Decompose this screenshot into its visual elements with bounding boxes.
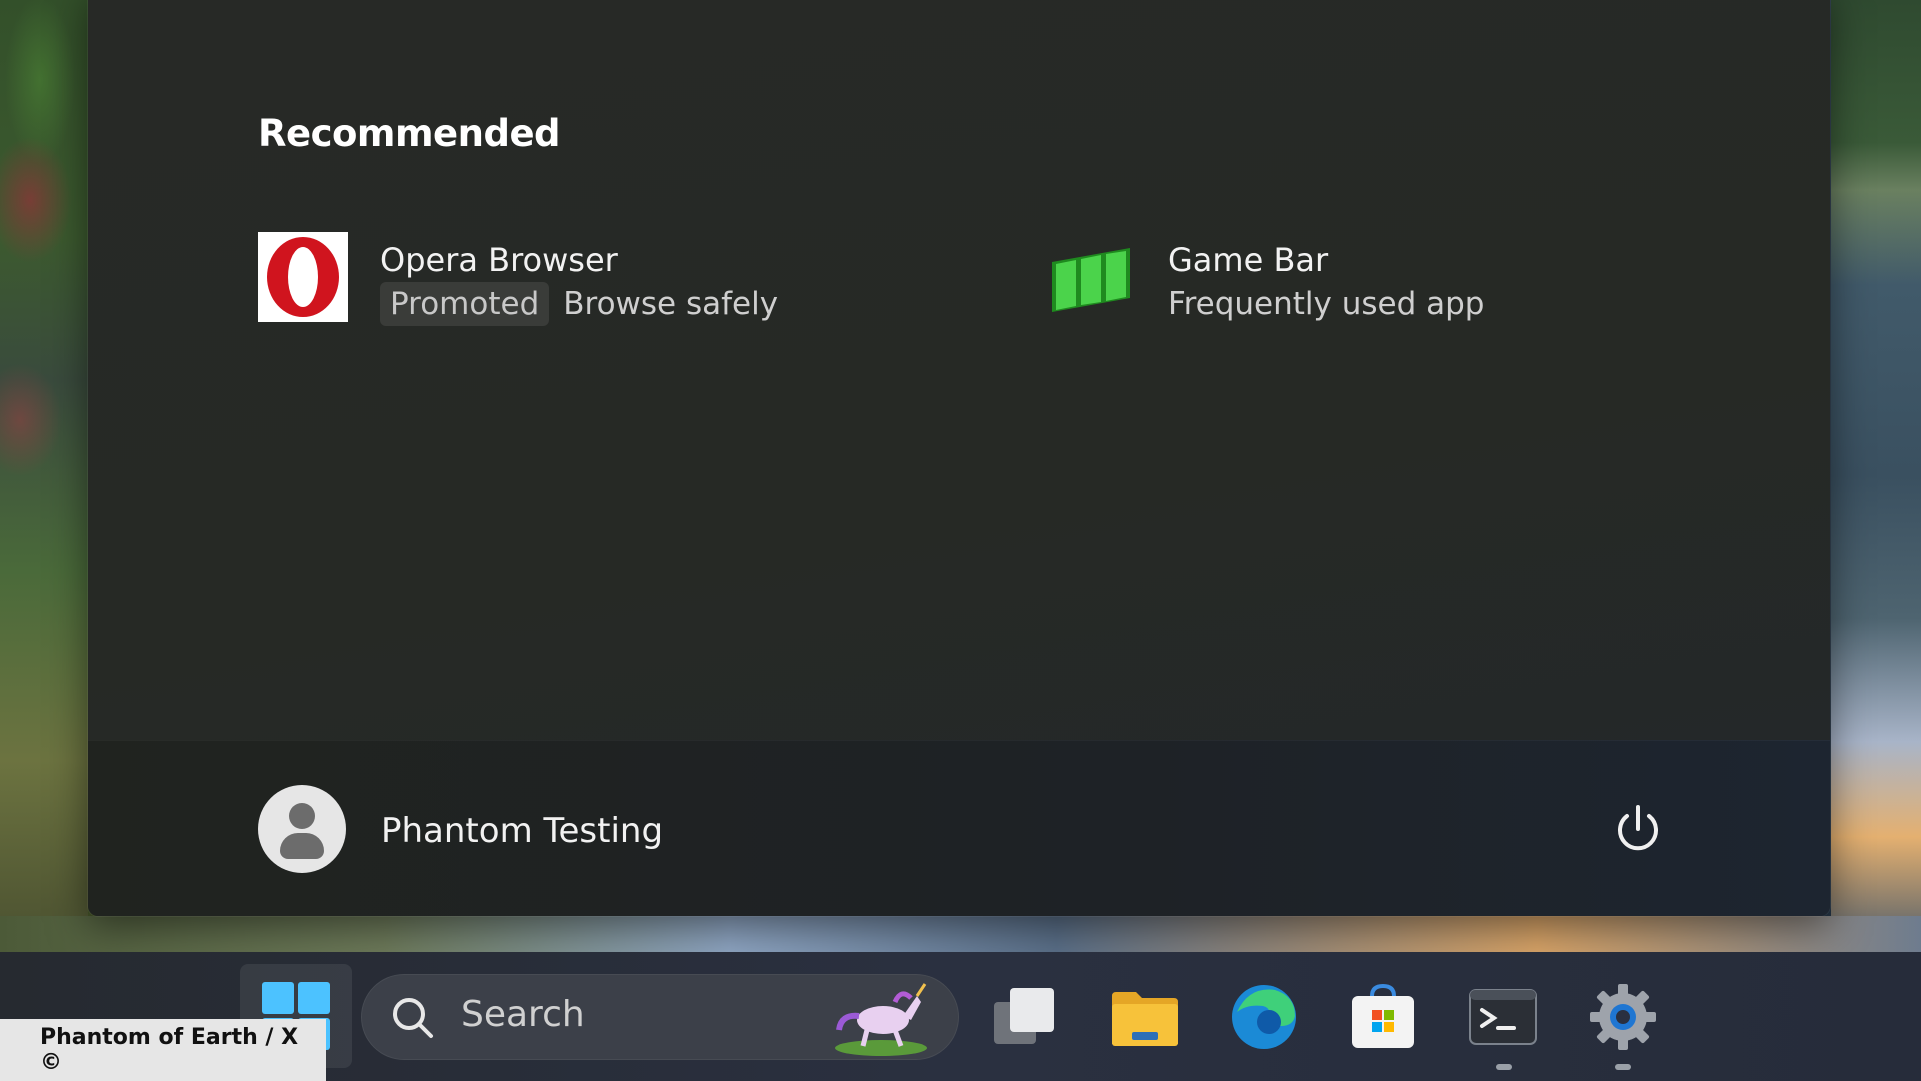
recommended-item-subtitle: Browse safely <box>563 286 779 322</box>
recommended-item-opera[interactable]: Opera Browser Promoted Browse safely <box>258 232 1018 326</box>
search-box[interactable]: Search <box>361 974 959 1060</box>
settings-running-indicator <box>1615 1064 1631 1070</box>
wallpaper-right <box>1831 0 1921 951</box>
user-name[interactable]: Phantom Testing <box>381 811 663 851</box>
unicorn-highlight-icon <box>835 983 927 1056</box>
watermark: Phantom of Earth / X © <box>0 1019 326 1081</box>
promoted-badge: Promoted <box>380 282 550 326</box>
avatar-icon[interactable] <box>258 785 346 873</box>
recommended-heading: Recommended <box>258 112 561 155</box>
file-explorer-icon[interactable] <box>1110 982 1180 1052</box>
microsoft-store-icon[interactable] <box>1348 982 1418 1052</box>
recommended-item-name: Game Bar <box>1168 241 1329 279</box>
terminal-running-indicator <box>1496 1064 1512 1070</box>
wallpaper-bottom <box>0 916 1921 952</box>
settings-icon[interactable] <box>1588 982 1658 1052</box>
game-bar-icon <box>1046 232 1136 322</box>
terminal-icon[interactable] <box>1468 982 1538 1052</box>
opera-icon <box>258 232 348 322</box>
search-placeholder: Search <box>461 994 585 1035</box>
task-view-icon[interactable] <box>990 982 1060 1052</box>
recommended-item-name: Opera Browser <box>380 241 618 279</box>
recommended-item-subtitle: Frequently used app <box>1168 286 1485 322</box>
start-menu: Recommended Opera Browser Promoted Brows… <box>88 0 1830 916</box>
search-icon <box>393 998 433 1038</box>
power-icon[interactable] <box>1608 799 1668 859</box>
edge-icon[interactable] <box>1229 982 1299 1052</box>
user-bar: Phantom Testing <box>88 740 1830 916</box>
recommended-item-game-bar[interactable]: Game Bar Frequently used app <box>1046 232 1806 324</box>
wallpaper-left <box>0 0 88 951</box>
